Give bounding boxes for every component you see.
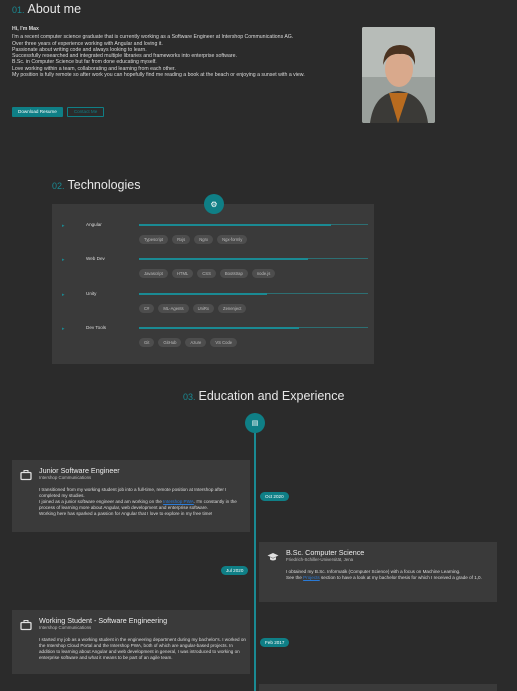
tech-group-angular[interactable]: ▸ Angular Typescript Rxjs Ngrx Ngx-forml…: [52, 222, 374, 253]
description-text: section to have a look at my bachelor th…: [319, 575, 482, 580]
description-line: See the Projects section to have a look …: [286, 575, 491, 581]
date-badge: Oct 2020: [260, 492, 289, 501]
about-heading: 01. About me: [12, 2, 81, 16]
timeline-line: [254, 424, 256, 691]
tech-chip: VS Code: [210, 338, 238, 347]
skill-bar-fill: [139, 292, 268, 295]
briefcase-icon: [20, 619, 32, 631]
download-resume-button[interactable]: Download Resume: [12, 107, 63, 117]
description-line: I joined as a junior software engineer a…: [39, 499, 244, 511]
description-line: I started my job as a working student in…: [39, 637, 246, 660]
card-title: Junior Software Engineer: [39, 466, 120, 475]
card-description: I transitioned from my working student j…: [39, 487, 244, 517]
monitor-icon: ▤: [245, 413, 265, 433]
gear-icon: ⚙: [204, 194, 224, 214]
technologies-title: Technologies: [67, 178, 141, 192]
tech-chip: Rxjs: [172, 235, 191, 244]
card-description: I obtained my B.Sc. Informatik (Computer…: [286, 569, 491, 581]
contact-me-button[interactable]: Contact Me: [66, 107, 105, 117]
skill-bar-fill: [139, 223, 332, 226]
tech-chip: Bootstrap: [219, 269, 248, 278]
timeline-card-next: [259, 684, 497, 691]
about-number: 01.: [12, 5, 25, 15]
skill-bar: [139, 223, 368, 226]
skill-bar: [139, 292, 368, 295]
tech-chip: CSS: [197, 269, 216, 278]
tech-group-unity[interactable]: ▸ Unity C# ML-Agents UniRx Zenenject: [52, 291, 374, 322]
chevron-right-icon[interactable]: ▸: [62, 257, 65, 263]
tech-chip: Ngx-formly: [217, 235, 248, 244]
date-badge: Jul 2020: [221, 566, 249, 575]
description-line: Working here has sparked a passion for A…: [39, 511, 213, 516]
tech-chip: Ngrx: [194, 235, 214, 244]
education-number: 03.: [183, 392, 196, 402]
greeting: Hi, I'm Max: [12, 26, 39, 32]
skill-bar-fill: [139, 326, 300, 329]
tech-chip: ML-Agents: [158, 304, 189, 313]
tech-group-dev-tools[interactable]: ▸ Dev Tools Git GitHub Azure VS Code: [52, 325, 374, 356]
education-title: Education and Experience: [198, 389, 345, 403]
briefcase-icon: [20, 469, 32, 481]
timeline-card-working-student: Working Student - Software Engineering I…: [12, 610, 250, 674]
tech-group-web-dev[interactable]: ▸ Web Dev Javascript HTML CSS Bootstrap …: [52, 256, 374, 287]
chevron-right-icon[interactable]: ▸: [62, 326, 65, 332]
description-line: I transitioned from my working student j…: [39, 487, 227, 498]
tech-group-name: Web Dev: [86, 256, 105, 261]
technologies-heading: 02. Technologies: [52, 178, 140, 192]
card-title: Working Student - Software Engineering: [39, 616, 168, 625]
tech-chip: Git: [139, 338, 155, 347]
education-heading: 03. Education and Experience: [183, 389, 344, 403]
graduation-cap-icon: [267, 551, 279, 563]
timeline-card-junior-engineer: Junior Software Engineer Intershop Commu…: [12, 460, 250, 532]
card-organization: Friedrich-Schiller-Universität, Jena: [286, 557, 354, 562]
tech-chips: Javascript HTML CSS Bootstrap node.js: [139, 269, 276, 278]
tech-chip: node.js: [251, 269, 276, 278]
skill-bar: [139, 326, 368, 329]
tech-group-name: Dev Tools: [86, 325, 107, 330]
tech-chip: GitHub: [158, 338, 182, 347]
date-badge: Feb 2017: [260, 638, 290, 647]
skill-bar-fill: [139, 257, 309, 260]
card-organization: Intershop Communications: [39, 625, 92, 630]
card-title: B.Sc. Computer Science: [286, 548, 365, 557]
tech-group-name: Unity: [86, 291, 97, 296]
intro-line: My position is fully remote so after wor…: [12, 72, 305, 79]
tech-chip: Typescript: [139, 235, 169, 244]
tech-group-name: Angular: [86, 222, 102, 227]
tech-chips: C# ML-Agents UniRx Zenenject: [139, 304, 247, 313]
card-description: I started my job as a working student in…: [39, 637, 249, 661]
skill-bar: [139, 257, 368, 260]
description-text: See the: [286, 575, 304, 580]
tech-chip: Javascript: [139, 269, 168, 278]
intro-line: I'm a recent computer science graduate t…: [12, 34, 294, 41]
profile-photo: [362, 27, 435, 123]
tech-chip: HTML: [171, 269, 194, 278]
tech-chips: Typescript Rxjs Ngrx Ngx-formly: [139, 235, 248, 244]
tech-chip: Azure: [185, 338, 207, 347]
technologies-number: 02.: [52, 181, 65, 191]
tech-chip: C#: [139, 304, 155, 313]
about-intro: Hi, I'm Max I'm a recent computer scienc…: [12, 26, 312, 78]
description-text: I joined as a junior software engineer a…: [39, 499, 164, 504]
technologies-card: ▸ Angular Typescript Rxjs Ngrx Ngx-forml…: [52, 204, 374, 364]
about-title: About me: [27, 2, 82, 16]
chevron-right-icon[interactable]: ▸: [62, 292, 65, 298]
tech-chip: UniRx: [192, 304, 215, 313]
projects-link[interactable]: Projects: [303, 575, 320, 580]
about-actions: Download Resume Contact Me: [12, 107, 105, 117]
timeline-card-bsc: B.Sc. Computer Science Friedrich-Schille…: [259, 542, 497, 602]
tech-chips: Git GitHub Azure VS Code: [139, 338, 238, 347]
tech-chip: Zenenject: [218, 304, 247, 313]
card-organization: Intershop Communications: [39, 475, 92, 480]
intershop-pwa-link[interactable]: Intershop PWA: [163, 499, 194, 504]
chevron-right-icon[interactable]: ▸: [62, 223, 65, 229]
